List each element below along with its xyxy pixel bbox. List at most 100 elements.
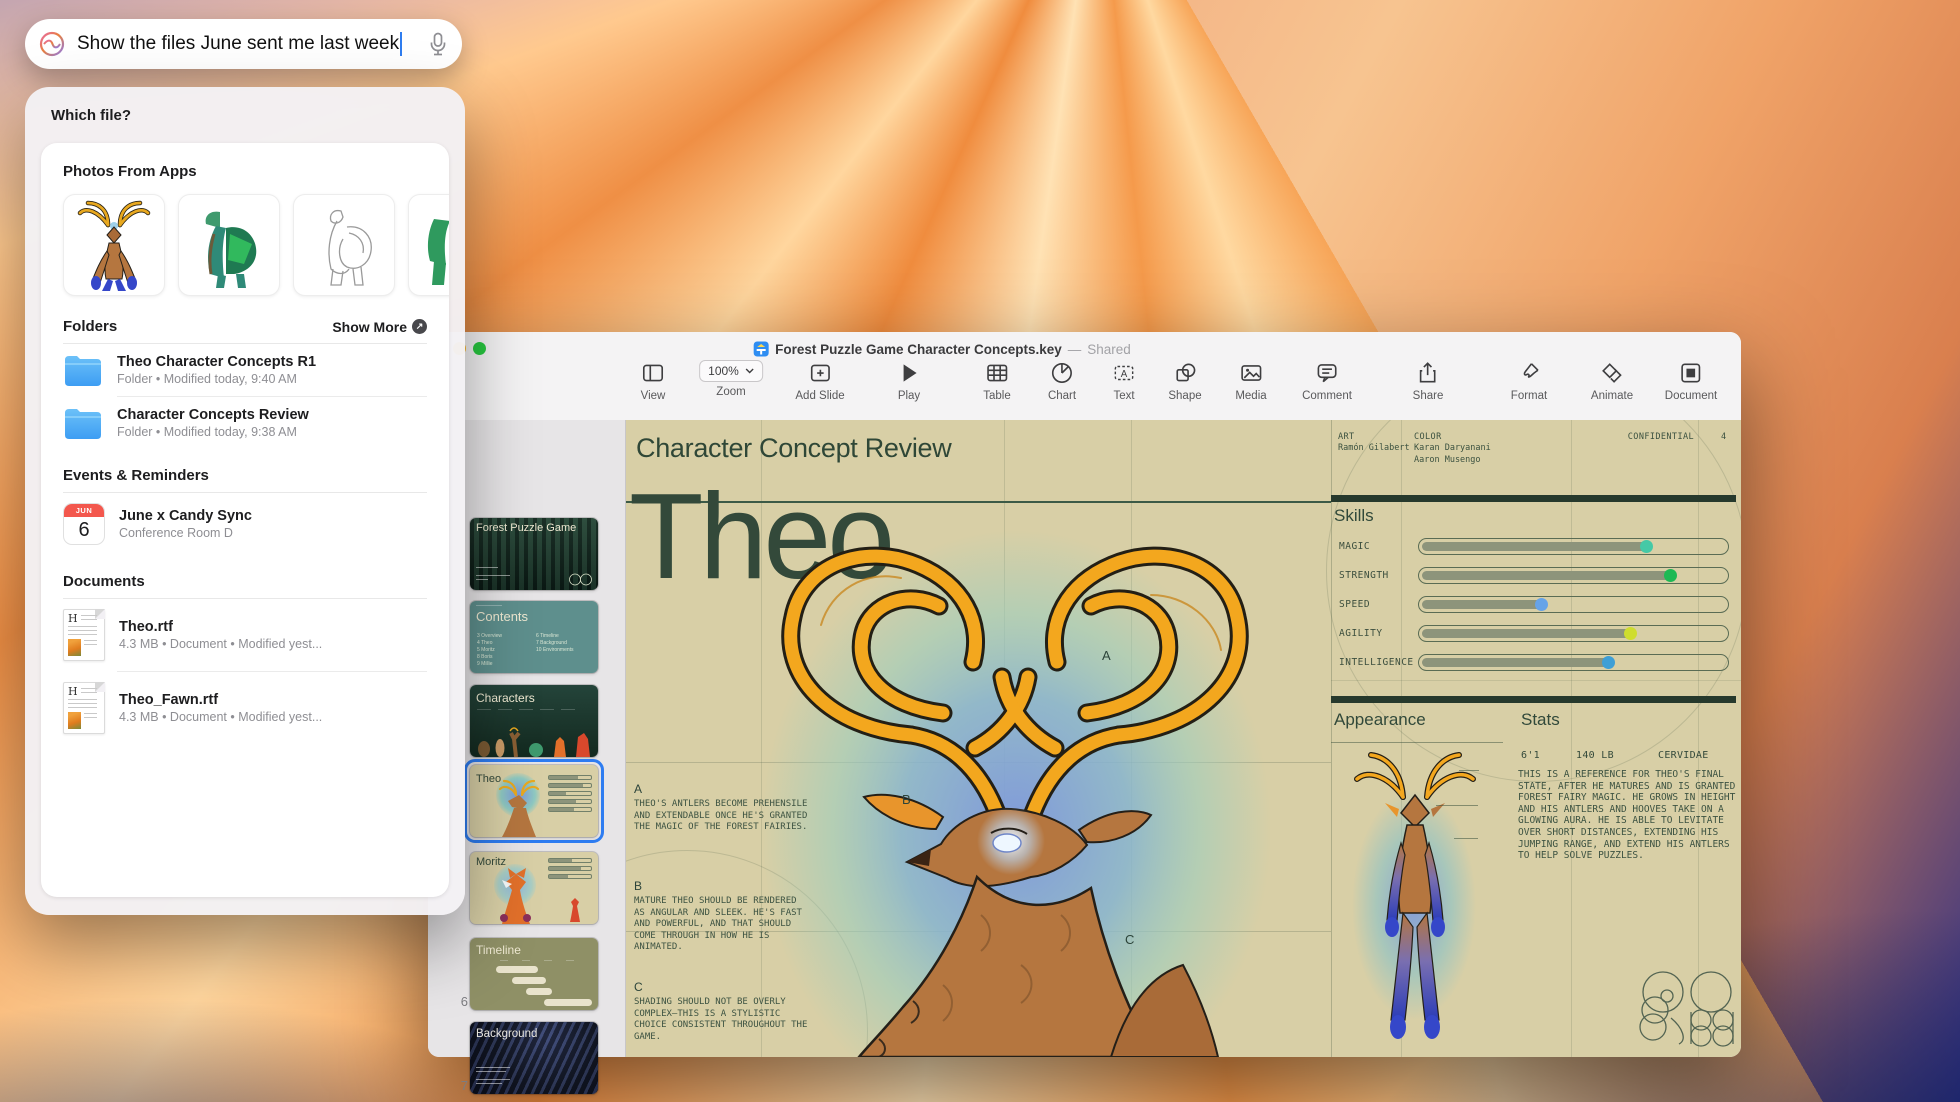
text-cursor bbox=[400, 32, 403, 56]
theo-fullbody-figure bbox=[1352, 752, 1476, 1039]
document-row-theo-fawn-rtf[interactable]: H Theo_Fawn.rtf 4.3 MB • Document • Modi… bbox=[63, 672, 427, 744]
svg-text:A: A bbox=[1121, 369, 1128, 380]
annotation-a: A THEO'S ANTLERS BECOME PREHENSILE AND E… bbox=[634, 782, 808, 832]
keynote-window: Forest Puzzle Game Character Concepts.ke… bbox=[428, 332, 1741, 1094]
zoom-value: 100% bbox=[708, 364, 739, 378]
event-row-june-candy-sync[interactable]: JUN 6 June x Candy Sync Conference Room … bbox=[63, 493, 427, 555]
page-number: 4 bbox=[1721, 432, 1727, 442]
chevron-down-icon bbox=[745, 368, 754, 374]
window-titlebar[interactable]: Forest Puzzle Game Character Concepts.ke… bbox=[428, 332, 1741, 421]
chart-icon bbox=[1051, 362, 1073, 384]
logo-circles-icon bbox=[569, 573, 592, 586]
photo-green-character[interactable] bbox=[408, 194, 449, 296]
toolbar-format-button[interactable]: Format bbox=[1511, 360, 1547, 402]
toolbar-shape-button[interactable]: Shape bbox=[1168, 360, 1202, 402]
mini-theo bbox=[498, 779, 540, 837]
photo-turtle-character[interactable] bbox=[178, 194, 280, 296]
slide-thumbnail-5[interactable]: Moritz bbox=[470, 852, 598, 924]
stats-title: Stats bbox=[1521, 710, 1560, 729]
slide-thumbnail-3[interactable]: Characters bbox=[470, 685, 598, 757]
annotation-c: C SHADING SHOULD NOT BE OVERLY COMPLEX—T… bbox=[634, 980, 808, 1042]
toolbar-document-button[interactable]: Document bbox=[1665, 360, 1717, 402]
toolbar-animate-button[interactable]: Animate bbox=[1591, 360, 1633, 402]
slide-thumbnail-7[interactable]: Background bbox=[470, 1022, 598, 1094]
toolbar-text-button[interactable]: A Text bbox=[1111, 360, 1137, 402]
toolbar-chart-button[interactable]: Chart bbox=[1048, 360, 1076, 402]
results-card: Photos From Apps Folders Show More ↗ The… bbox=[41, 143, 449, 897]
rtf-document-icon: H bbox=[63, 682, 105, 734]
search-input[interactable]: Show the files June sent me last week bbox=[77, 32, 428, 56]
comment-icon bbox=[1317, 364, 1337, 383]
mini-moritz bbox=[500, 868, 531, 924]
siri-icon bbox=[39, 31, 65, 57]
toolbar-view-button[interactable]: View bbox=[640, 360, 666, 402]
credit-art: ART Ramón Gilabert bbox=[1338, 432, 1410, 453]
slide-thumbnail-1[interactable]: Forest Puzzle Game bbox=[470, 518, 598, 590]
photo-deer-character[interactable] bbox=[63, 194, 165, 296]
rtf-document-icon: H bbox=[63, 609, 105, 661]
add-slide-icon bbox=[810, 364, 830, 382]
format-brush-icon bbox=[1523, 363, 1539, 379]
play-icon bbox=[903, 364, 917, 382]
toolbar-add-slide-button[interactable]: Add Slide bbox=[795, 360, 845, 402]
stat-weight: 140 LB bbox=[1576, 750, 1614, 761]
mini-moritz-small bbox=[570, 898, 580, 922]
figure-label-b: B bbox=[902, 792, 911, 807]
events-section-title: Events & Reminders bbox=[63, 467, 209, 484]
show-more-link[interactable]: Show More ↗ bbox=[332, 319, 427, 335]
skills-title: Skills bbox=[1334, 506, 1374, 525]
theo-illustration bbox=[761, 530, 1271, 1057]
studio-logo bbox=[1639, 971, 1734, 1047]
toolbar-play-button[interactable]: Play bbox=[896, 360, 922, 402]
stat-height: 6'1 bbox=[1521, 750, 1540, 761]
table-icon bbox=[986, 364, 1008, 382]
siri-search-bar[interactable]: Show the files June sent me last week bbox=[25, 19, 462, 69]
folder-icon bbox=[65, 409, 101, 439]
shape-icon bbox=[1176, 363, 1196, 382]
photo-turtle-sketch[interactable] bbox=[293, 194, 395, 296]
desktop: Forest Puzzle Game Character Concepts.ke… bbox=[0, 0, 1960, 1102]
toolbar-media-button[interactable]: Media bbox=[1235, 360, 1267, 402]
appearance-title: Appearance bbox=[1334, 710, 1426, 729]
toolbar-share-button[interactable]: Share bbox=[1413, 360, 1443, 402]
slide-number-6: 6 bbox=[460, 994, 468, 1009]
shared-badge: Shared bbox=[1087, 341, 1131, 357]
siri-results-panel: Which file? Photos From Apps Folders Sho… bbox=[25, 87, 465, 915]
character-lineup bbox=[478, 727, 590, 757]
slide-canvas[interactable]: Character Concept Review ART Ramón Gilab… bbox=[625, 420, 1741, 1057]
annotation-b: B MATURE THEO SHOULD BE RENDERED AS ANGU… bbox=[634, 879, 802, 952]
confidential-label: CONFIDENTIAL bbox=[1627, 432, 1694, 442]
media-icon bbox=[1240, 365, 1262, 381]
folder-icon bbox=[65, 356, 101, 386]
share-icon bbox=[1420, 362, 1436, 383]
folder-row-character-concepts-review[interactable]: Character Concepts Review Folder • Modif… bbox=[63, 397, 427, 449]
figure-label-c: C bbox=[1125, 932, 1135, 947]
arrow-up-right-icon: ↗ bbox=[412, 319, 427, 334]
slide-thumbnail-4-selected[interactable]: Theo bbox=[470, 765, 598, 837]
slide-thumbnail-6[interactable]: Timeline bbox=[470, 938, 598, 1010]
figure-label-a: A bbox=[1102, 648, 1111, 663]
text-icon: A bbox=[1114, 365, 1134, 381]
slide-number-7: 7 bbox=[460, 1078, 468, 1093]
folders-section-title: Folders bbox=[63, 318, 118, 335]
document-row-theo-rtf[interactable]: H Theo.rtf 4.3 MB • Document • Modified … bbox=[63, 599, 427, 671]
zoom-window-button[interactable] bbox=[473, 342, 486, 355]
photos-row bbox=[63, 194, 449, 296]
toolbar-comment-button[interactable]: Comment bbox=[1302, 360, 1352, 402]
documents-section-title: Documents bbox=[63, 573, 145, 590]
microphone-icon[interactable] bbox=[428, 31, 448, 57]
toolbar-table-button[interactable]: Table bbox=[983, 360, 1011, 402]
toolbar-zoom-control[interactable]: 100% Zoom bbox=[699, 360, 763, 398]
panel-title: Which file? bbox=[51, 107, 131, 124]
view-sidebar-icon bbox=[642, 364, 664, 382]
keynote-app-icon bbox=[753, 341, 769, 357]
credit-color: COLOR Karan Daryanani Aaron Musengo bbox=[1414, 432, 1491, 465]
slide-thumbnail-2[interactable]: Contents 3 Overview 4 Theo 5 Moritz 8 Bo… bbox=[470, 601, 598, 673]
stat-family: CERVIDAE bbox=[1658, 750, 1709, 761]
stats-description: THIS IS A REFERENCE FOR THEO'S FINAL STA… bbox=[1518, 769, 1736, 862]
calendar-icon: JUN 6 bbox=[63, 503, 105, 545]
animate-icon bbox=[1602, 363, 1622, 383]
folder-row-theo-character-concepts[interactable]: Theo Character Concepts R1 Folder • Modi… bbox=[63, 344, 427, 396]
photos-section-title: Photos From Apps bbox=[63, 163, 197, 180]
document-icon bbox=[1681, 363, 1701, 383]
